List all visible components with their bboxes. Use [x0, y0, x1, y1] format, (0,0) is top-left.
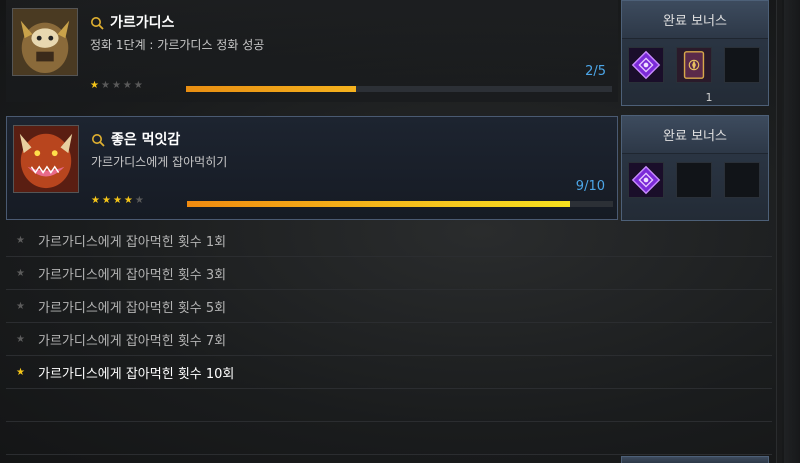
- star-empty-icon: ★: [16, 300, 25, 312]
- star-empty-icon: ★: [16, 234, 25, 246]
- star-rating: ★ ★ ★ ★ ★: [91, 195, 144, 206]
- star-filled-icon: ★: [90, 80, 99, 91]
- list-item-completed: ★ 가르가디스에게 잡아먹힌 횟수 10회: [6, 356, 772, 389]
- progress-count: 9/10: [575, 179, 605, 194]
- star-filled-icon: ★: [112, 195, 122, 206]
- step-label: 가르가디스에게 잡아먹힌 횟수 5회: [38, 300, 227, 316]
- achievement-card-selected[interactable]: 좋은 먹잇감 가르가디스에게 잡아먹히기 9/10 ★ ★ ★ ★ ★: [6, 116, 618, 220]
- star-empty-icon: ★: [134, 195, 144, 206]
- completion-bonus-label: 완료 보너스: [622, 116, 768, 154]
- completion-bonus-panel-next: [621, 456, 769, 463]
- list-item: ★ 가르가디스에게 잡아먹힌 횟수 5회: [6, 290, 772, 323]
- step-label: 가르가디스에게 잡아먹힌 횟수 1회: [38, 234, 227, 250]
- reward-slot-empty: [724, 47, 760, 83]
- star-empty-icon: ★: [16, 333, 25, 345]
- list-item: ★ 가르가디스에게 잡아먹힌 횟수 3회: [6, 257, 772, 290]
- purple-crest-icon: [629, 48, 663, 82]
- progress-bar: [186, 86, 612, 92]
- star-empty-icon: ★: [133, 80, 143, 91]
- progress-fill: [186, 86, 357, 92]
- star-empty-icon: ★: [122, 80, 132, 91]
- step-label: 가르가디스에게 잡아먹힌 횟수 7회: [38, 333, 227, 349]
- star-filled-icon: ★: [16, 366, 25, 378]
- achievement-card[interactable]: 가르가디스 정화 1단계 : 가르가디스 정화 성공 2/5 ★ ★ ★ ★ ★: [6, 0, 618, 102]
- list-spacer: [6, 389, 772, 422]
- window-edge: [784, 0, 800, 463]
- star-filled-icon: ★: [91, 195, 100, 206]
- step-label: 가르가디스에게 잡아먹힌 횟수 10회: [38, 366, 235, 382]
- achievement-title: 가르가디스: [110, 15, 175, 31]
- reward-slot[interactable]: [628, 47, 664, 83]
- completion-bonus-panel: 완료 보너스 1: [621, 0, 769, 106]
- scrollbar[interactable]: [776, 0, 782, 463]
- completion-bonus-panel: 완료 보너스: [621, 115, 769, 221]
- star-rating: ★ ★ ★ ★ ★: [90, 80, 143, 91]
- star-empty-icon: ★: [16, 267, 25, 279]
- progress-count: 2/5: [585, 64, 606, 79]
- achievement-step-list: ★ 가르가디스에게 잡아먹힌 횟수 1회 ★ 가르가디스에게 잡아먹힌 횟수 3…: [6, 224, 772, 455]
- reward-slot-empty: [724, 162, 760, 198]
- reward-slot[interactable]: [628, 162, 664, 198]
- purple-crest-icon: [629, 163, 663, 197]
- search-icon[interactable]: [91, 132, 105, 147]
- list-spacer: [6, 422, 772, 455]
- star-filled-icon: ★: [101, 195, 111, 206]
- star-filled-icon: ★: [123, 195, 133, 206]
- achievement-title: 좋은 먹잇감: [111, 132, 181, 148]
- boss-portrait: [12, 8, 78, 76]
- progress-bar: [187, 201, 613, 207]
- list-item: ★ 가르가디스에게 잡아먹힌 횟수 7회: [6, 323, 772, 356]
- star-empty-icon: ★: [111, 80, 121, 91]
- achievement-description: 가르가디스에게 잡아먹히기: [91, 155, 228, 169]
- card-item-icon: [677, 48, 711, 82]
- reward-slot-empty: [676, 162, 712, 198]
- reward-slot[interactable]: [676, 47, 712, 83]
- reward-quantity: 1: [705, 91, 713, 104]
- boss-portrait: [13, 125, 79, 193]
- step-label: 가르가디스에게 잡아먹힌 횟수 3회: [38, 267, 227, 283]
- achievement-description: 정화 1단계 : 가르가디스 정화 성공: [90, 38, 265, 52]
- list-item: ★ 가르가디스에게 잡아먹힌 횟수 1회: [6, 224, 772, 257]
- completion-bonus-label: 완료 보너스: [622, 1, 768, 39]
- star-empty-icon: ★: [100, 80, 110, 91]
- search-icon[interactable]: [90, 15, 104, 30]
- progress-fill: [187, 201, 571, 207]
